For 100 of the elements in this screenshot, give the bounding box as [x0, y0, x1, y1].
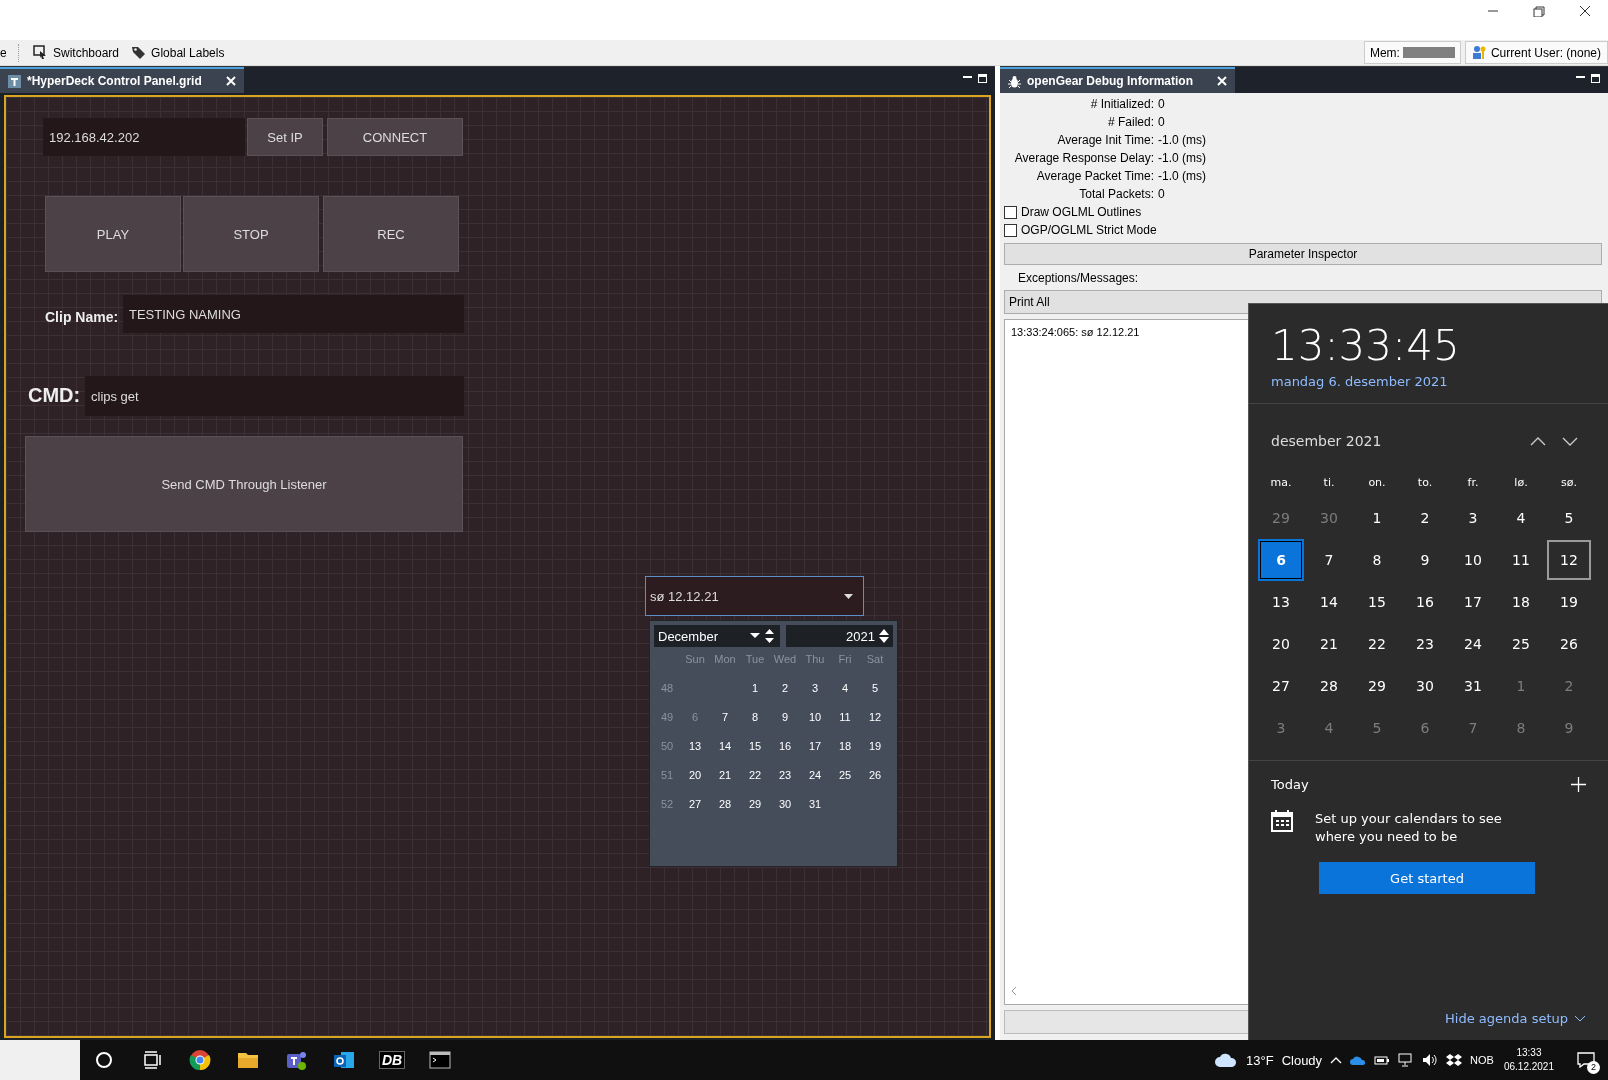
date-dropdown[interactable]: sø 12.12.21 — [645, 576, 864, 616]
maximize-icon[interactable] — [978, 74, 987, 83]
calendar-day[interactable]: 16 — [1403, 582, 1447, 622]
add-icon[interactable] — [1571, 777, 1586, 792]
browser-icon[interactable] — [189, 1049, 211, 1071]
calendar-day[interactable]: 17 — [1451, 582, 1495, 622]
calendar-day[interactable]: 25 — [830, 769, 860, 781]
calendar-day[interactable]: 22 — [740, 769, 770, 781]
calendar-day[interactable]: 17 — [800, 740, 830, 752]
cmd-field[interactable]: clips get — [85, 376, 464, 416]
task-view-icon[interactable] — [141, 1049, 163, 1071]
ip-field[interactable]: 192.168.42.202 — [43, 118, 245, 156]
date-link[interactable]: mandag 6. desember 2021 — [1271, 374, 1586, 389]
calendar-day[interactable]: 31 — [1451, 666, 1495, 706]
maximize-icon[interactable] — [1591, 74, 1600, 83]
calendar-day[interactable]: 25 — [1499, 624, 1543, 664]
calendar-day[interactable]: 14 — [710, 740, 740, 752]
hide-agenda-link[interactable]: Hide agenda setup — [1445, 1011, 1586, 1026]
terminal-icon[interactable] — [429, 1049, 451, 1071]
calendar-day[interactable]: 5 — [1547, 498, 1591, 538]
calendar-day[interactable]: 3 — [800, 682, 830, 694]
calendar-day[interactable]: 27 — [680, 798, 710, 810]
app-logo[interactable]: DB — [378, 1051, 406, 1069]
calendar-day[interactable]: 8 — [1355, 540, 1399, 580]
calendar-day[interactable]: 23 — [770, 769, 800, 781]
calendar-day[interactable]: 16 — [770, 740, 800, 752]
calendar-day[interactable]: 13 — [1259, 582, 1303, 622]
calendar-day[interactable]: 26 — [860, 769, 890, 781]
calendar-day[interactable]: 2 — [770, 682, 800, 694]
close-icon[interactable] — [1217, 76, 1227, 86]
calendar-day[interactable]: 20 — [1259, 624, 1303, 664]
calendar-day[interactable]: 10 — [1451, 540, 1495, 580]
calendar-day[interactable]: 19 — [1547, 582, 1591, 622]
calendar-day[interactable]: 31 — [800, 798, 830, 810]
calendar-day[interactable]: 9 — [1403, 540, 1447, 580]
calendar-day[interactable]: 13 — [680, 740, 710, 752]
calendar-day[interactable]: 18 — [830, 740, 860, 752]
network-icon[interactable] — [1398, 1053, 1415, 1067]
calendar-day[interactable]: 1 — [1355, 498, 1399, 538]
chevron-up-icon[interactable] — [1530, 436, 1546, 446]
clip-name-field[interactable]: TESTING NAMING — [123, 295, 464, 333]
option-checkbox[interactable]: Draw OGLML Outlines — [1004, 205, 1602, 219]
calendar-day[interactable]: 11 — [830, 711, 860, 723]
restore-icon[interactable] — [1531, 5, 1547, 17]
calendar-day[interactable]: 12 — [1547, 540, 1591, 580]
option-checkbox[interactable]: OGP/OGLML Strict Mode — [1004, 223, 1602, 237]
calendar-day[interactable]: 8 — [740, 711, 770, 723]
month-select[interactable]: December — [654, 625, 780, 647]
editor-tab[interactable]: *HyperDeck Control Panel.grid — [0, 67, 244, 93]
calendar-day[interactable]: 22 — [1355, 624, 1399, 664]
calendar-day[interactable]: 14 — [1307, 582, 1351, 622]
calendar-day[interactable]: 3 — [1451, 498, 1495, 538]
calendar-day[interactable]: 4 — [830, 682, 860, 694]
scroll-left-icon[interactable] — [1011, 987, 1017, 995]
chevron-down-icon[interactable] — [1562, 436, 1578, 446]
search-icon[interactable] — [93, 1049, 115, 1071]
taskbar-clock[interactable]: 13:33 06.12.2021 — [1503, 1046, 1554, 1074]
year-spinner[interactable]: 2021 — [785, 625, 893, 647]
close-icon[interactable] — [1577, 5, 1593, 17]
calendar-day[interactable]: 28 — [1307, 666, 1351, 706]
toolbar-button[interactable]: Global Labels — [125, 45, 231, 60]
calendar-day[interactable]: 10 — [800, 711, 830, 723]
battery-icon[interactable] — [1374, 1054, 1391, 1066]
volume-icon[interactable] — [1422, 1053, 1439, 1067]
editor-tab[interactable]: openGear Debug Information — [1000, 67, 1235, 93]
calendar-day[interactable]: 23 — [1403, 624, 1447, 664]
close-icon[interactable] — [225, 76, 236, 86]
calendar-day[interactable]: 21 — [1307, 624, 1351, 664]
calendar-day[interactable]: 5 — [860, 682, 890, 694]
calendar-day[interactable]: 29 — [740, 798, 770, 810]
toolbar-item[interactable]: e — [0, 45, 6, 60]
calendar-day[interactable]: 1 — [1499, 666, 1543, 706]
calendar-day[interactable]: 6 — [1259, 540, 1303, 580]
canvas-button[interactable]: CONNECT — [327, 118, 463, 156]
canvas-button[interactable]: STOP — [183, 196, 319, 272]
calendar-day[interactable]: 28 — [710, 798, 740, 810]
canvas-button[interactable]: Send CMD Through Listener — [25, 436, 463, 532]
calendar-day[interactable]: 2 — [1403, 498, 1447, 538]
calendar-day[interactable]: 15 — [740, 740, 770, 752]
calendar-day[interactable]: 1 — [740, 682, 770, 694]
get-started-button[interactable]: Get started — [1319, 862, 1535, 894]
calendar-day[interactable]: 4 — [1499, 498, 1543, 538]
calendar-day[interactable]: 9 — [770, 711, 800, 723]
canvas-button[interactable]: PLAY — [45, 196, 181, 272]
calendar-day[interactable]: 24 — [800, 769, 830, 781]
calendar-day[interactable]: 30 — [1403, 666, 1447, 706]
calendar-day[interactable]: 20 — [680, 769, 710, 781]
calendar-day[interactable]: 29 — [1355, 666, 1399, 706]
calendar-day[interactable]: 30 — [770, 798, 800, 810]
mail-icon[interactable] — [333, 1049, 355, 1071]
calendar-day[interactable]: 15 — [1355, 582, 1399, 622]
calendar-day[interactable]: 24 — [1451, 624, 1495, 664]
calendar-day[interactable]: 18 — [1499, 582, 1543, 622]
calendar-day[interactable]: 27 — [1259, 666, 1303, 706]
notification-icon[interactable] — [1577, 1052, 1595, 1068]
team-chat-icon[interactable] — [285, 1049, 307, 1071]
calendar-day[interactable]: 7 — [710, 711, 740, 723]
month-title[interactable]: desember 2021 — [1271, 433, 1382, 449]
calendar-day[interactable]: 12 — [860, 711, 890, 723]
toolbar-button[interactable]: Switchboard — [27, 45, 126, 60]
